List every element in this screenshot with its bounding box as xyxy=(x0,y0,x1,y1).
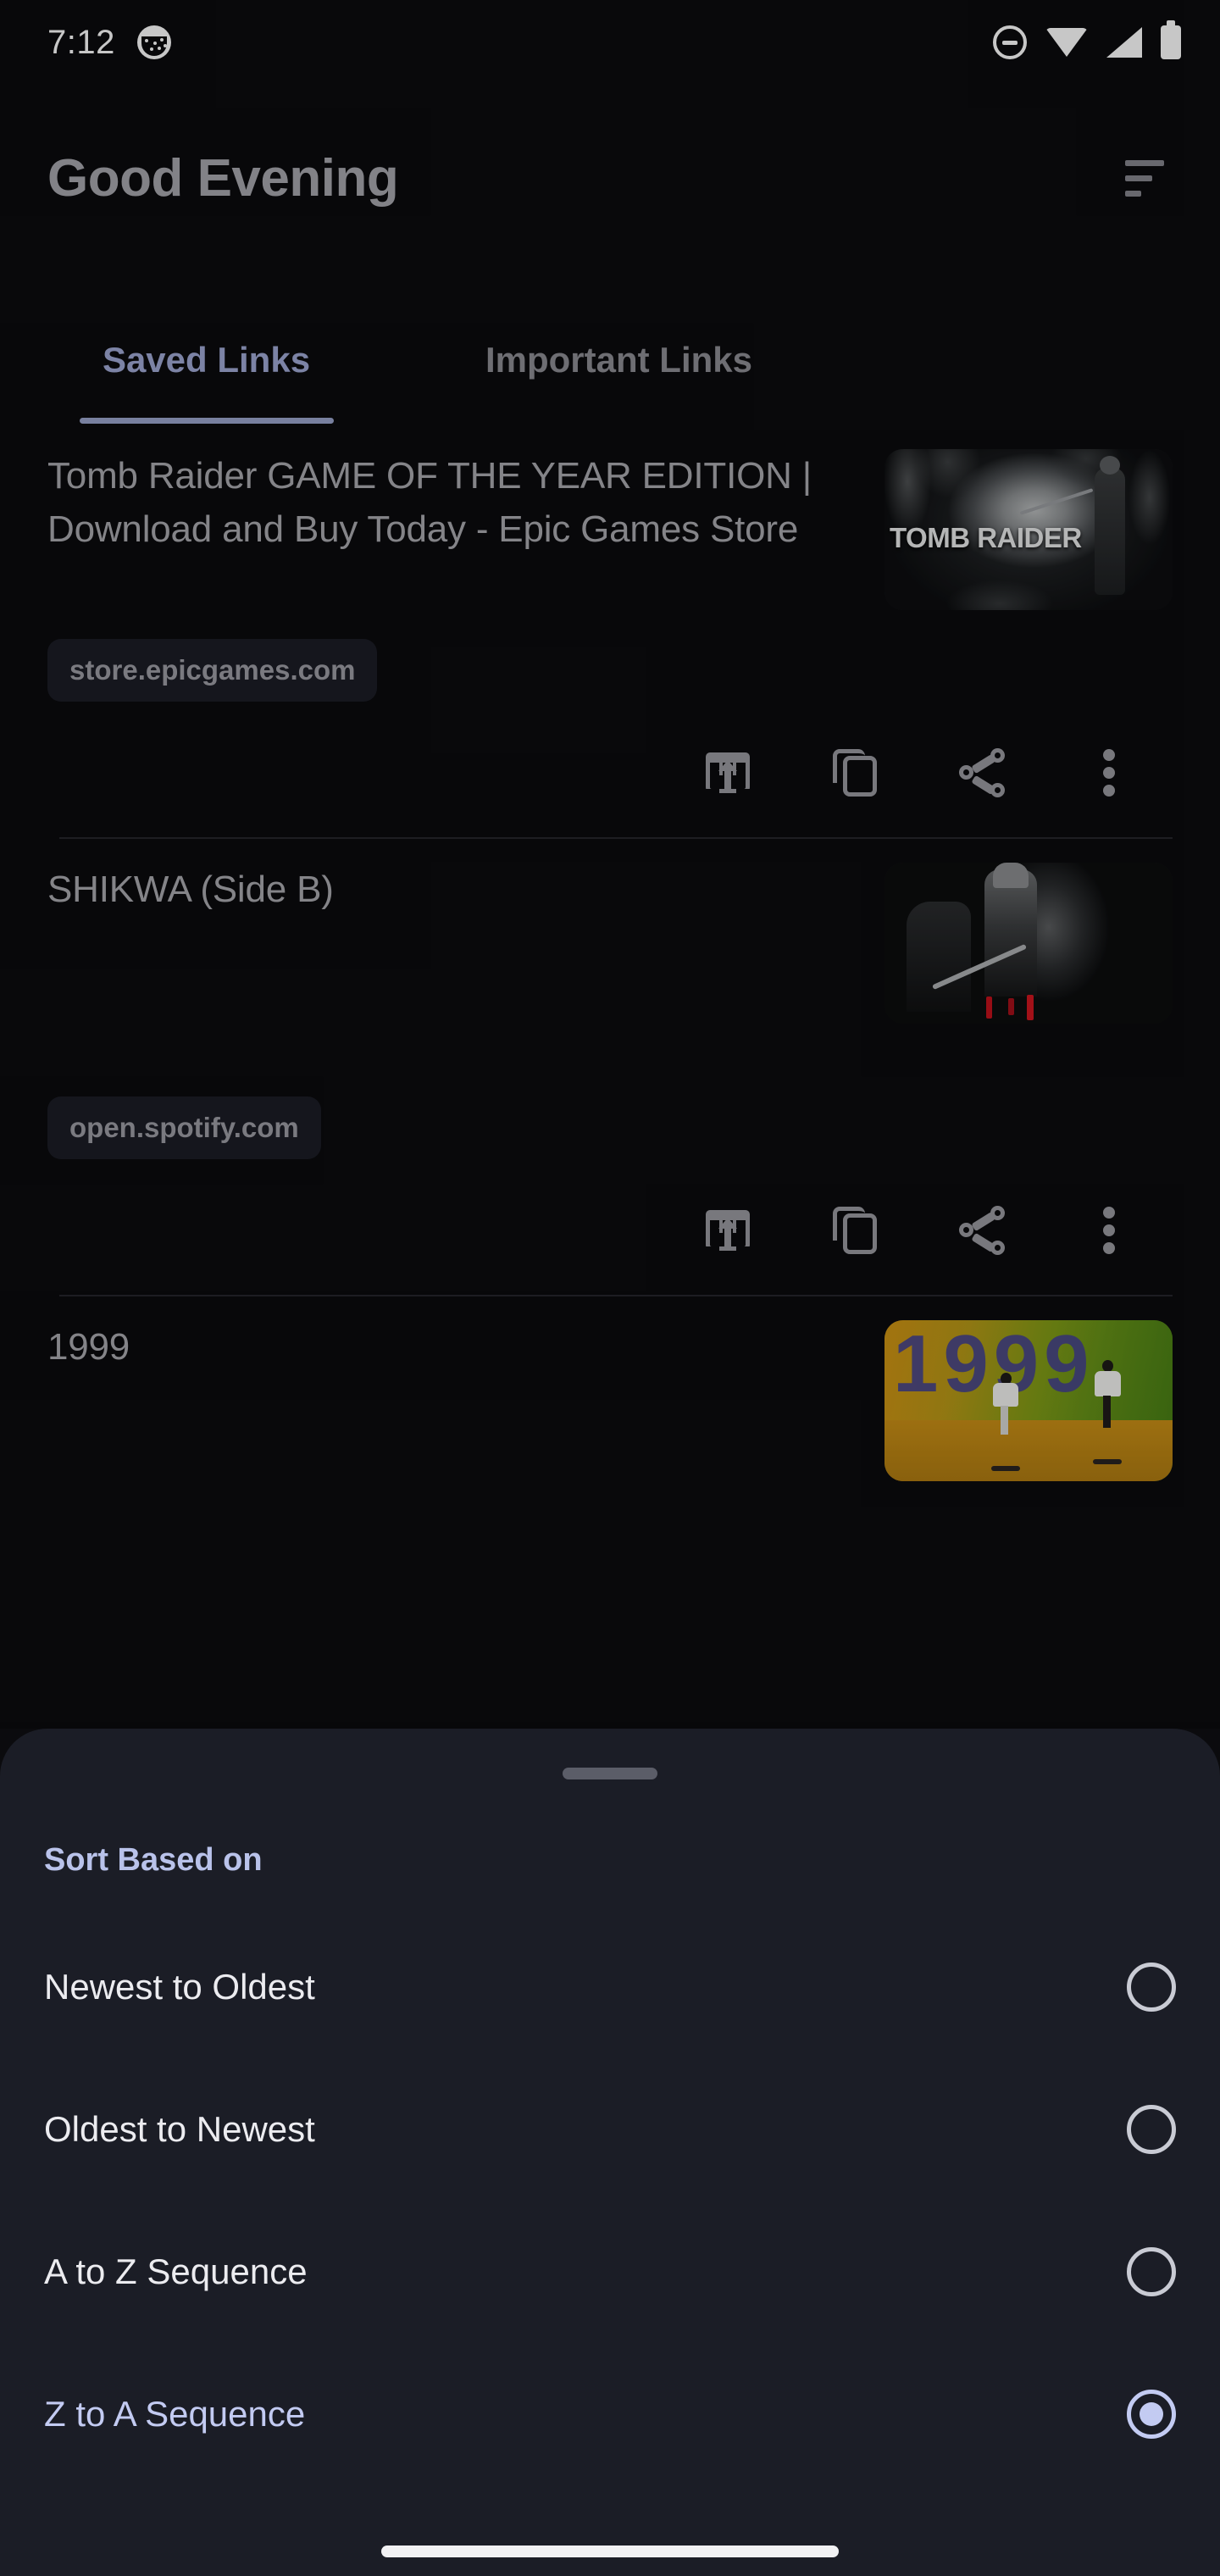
sort-option-a-to-z[interactable]: A to Z Sequence xyxy=(0,2201,1220,2343)
radio-button[interactable] xyxy=(1127,2390,1176,2439)
sort-option-label: Z to A Sequence xyxy=(44,2394,306,2434)
sort-option-label: Oldest to Newest xyxy=(44,2109,315,2149)
sort-option-z-to-a[interactable]: Z to A Sequence xyxy=(0,2343,1220,2485)
sort-option-newest-to-oldest[interactable]: Newest to Oldest xyxy=(0,1916,1220,2058)
radio-button[interactable] xyxy=(1127,1963,1176,2012)
sort-bottom-sheet: Sort Based on Newest to Oldest Oldest to… xyxy=(0,1729,1220,2576)
sheet-title: Sort Based on xyxy=(44,1842,263,1878)
sheet-drag-handle[interactable] xyxy=(563,1768,657,1779)
radio-button[interactable] xyxy=(1127,2105,1176,2154)
radio-button[interactable] xyxy=(1127,2247,1176,2296)
app-screen: 7:12 Good Evening Saved Links Important … xyxy=(0,0,1220,2576)
sheet-scrim[interactable] xyxy=(0,0,1220,1729)
sort-option-label: A to Z Sequence xyxy=(44,2251,308,2291)
sort-option-oldest-to-newest[interactable]: Oldest to Newest xyxy=(0,2058,1220,2201)
sort-option-label: Newest to Oldest xyxy=(44,1967,315,2007)
sort-options-list: Newest to Oldest Oldest to Newest A to Z… xyxy=(0,1916,1220,2485)
gesture-navigation-bar[interactable] xyxy=(381,2545,839,2557)
